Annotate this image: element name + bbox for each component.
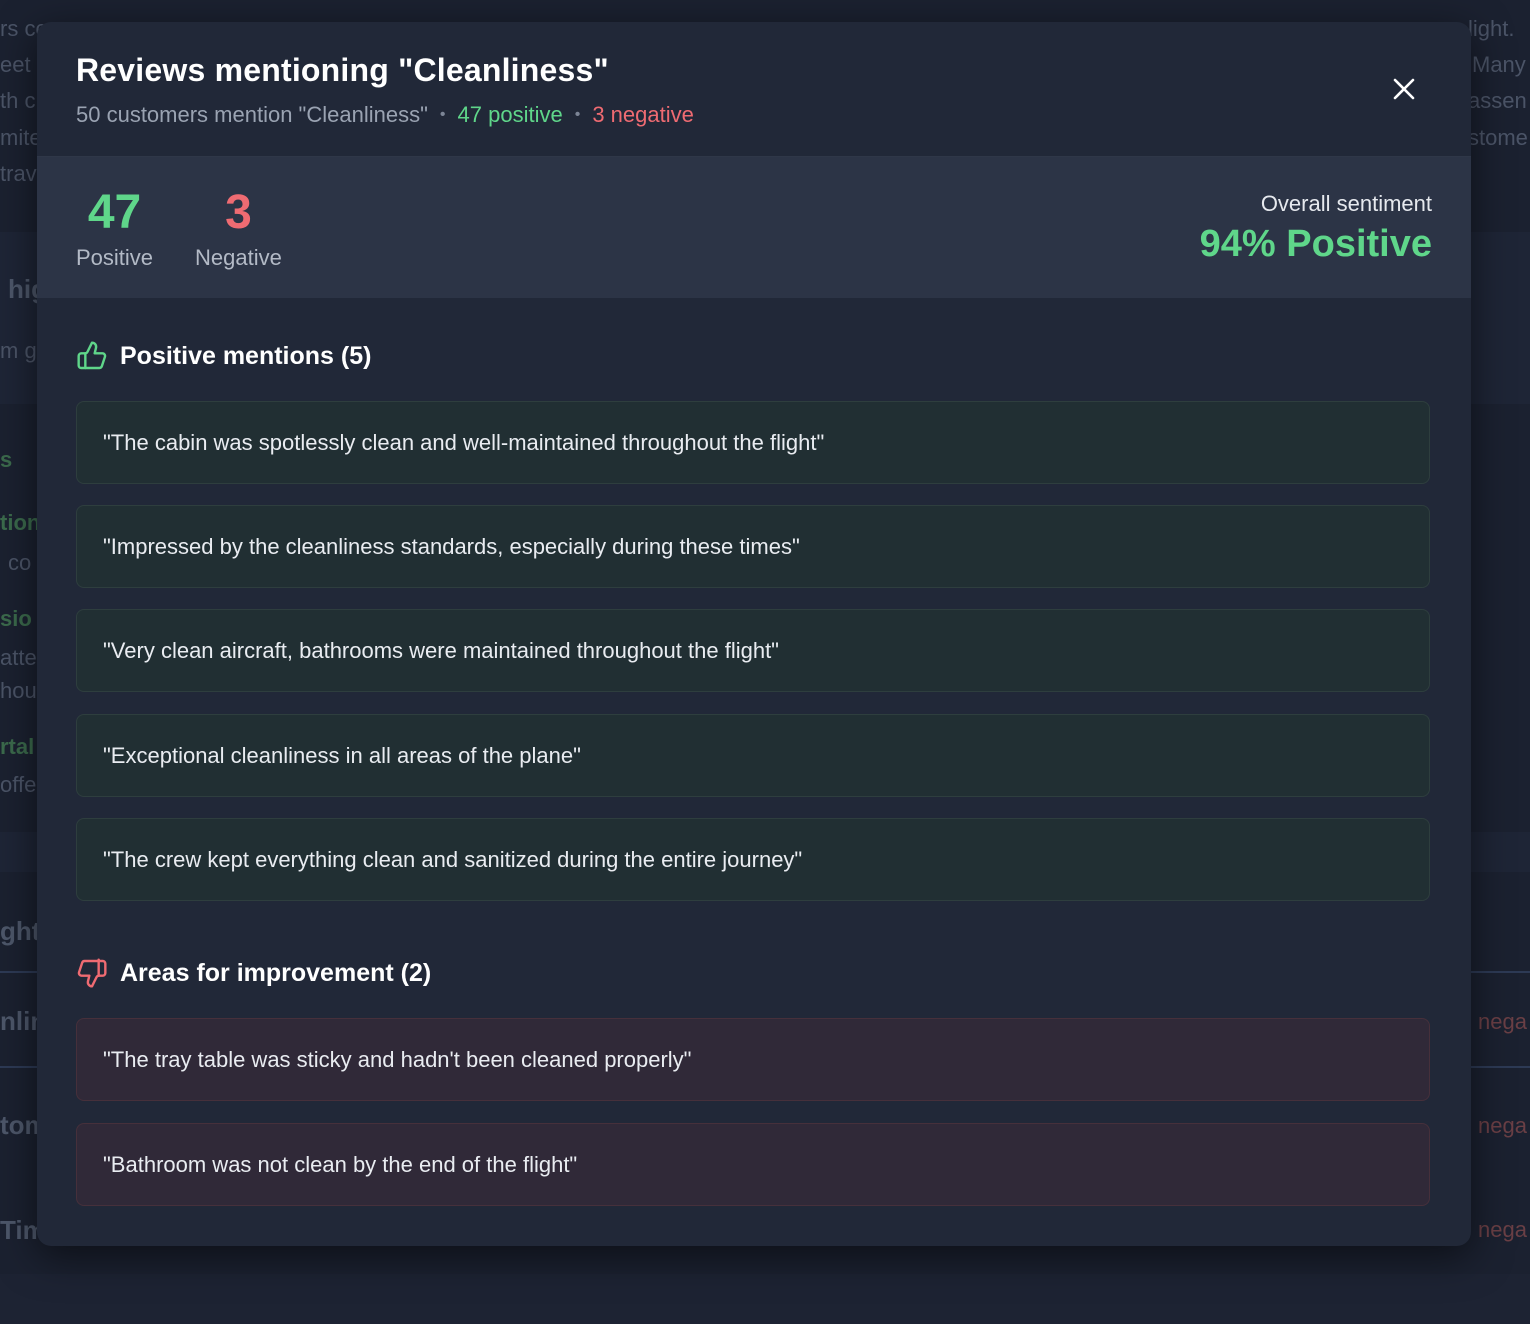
background-text: nega bbox=[1478, 1113, 1527, 1138]
positive-section-header: Positive mentions (5) bbox=[76, 340, 371, 372]
separator-dot: • bbox=[439, 106, 446, 123]
background-text: hou bbox=[0, 678, 37, 703]
modal-subtitle: 50 customers mention "Cleanliness" • 47 … bbox=[76, 102, 694, 128]
negative-count-text: 3 negative bbox=[592, 102, 694, 127]
positive-review-card: "Very clean aircraft, bathrooms were mai… bbox=[76, 609, 1430, 692]
background-text: m g bbox=[0, 338, 37, 363]
overall-sentiment-value: 94% Positive bbox=[1199, 223, 1432, 265]
background-panel bbox=[0, 1274, 1530, 1324]
negative-stat-value: 3 bbox=[225, 186, 252, 239]
modal-header: Reviews mentioning "Cleanliness" 50 cust… bbox=[37, 22, 1471, 157]
negative-section-title: Areas for improvement (2) bbox=[120, 958, 432, 987]
mention-summary: 50 customers mention "Cleanliness" bbox=[76, 102, 428, 127]
negative-stat: 3 Negative bbox=[195, 187, 282, 271]
background-text: stome bbox=[1468, 125, 1528, 150]
negative-section-header: Areas for improvement (2) bbox=[76, 957, 431, 989]
background-text: nega bbox=[1478, 1009, 1527, 1034]
separator-dot: • bbox=[574, 106, 581, 123]
background-text: Many bbox=[1472, 52, 1526, 77]
modal-title: Reviews mentioning "Cleanliness" bbox=[76, 52, 609, 88]
background-text: trav bbox=[0, 161, 37, 186]
negative-review-card: "Bathroom was not clean by the end of th… bbox=[76, 1123, 1430, 1206]
positive-stat: 47 Positive bbox=[76, 187, 153, 271]
overall-sentiment: Overall sentiment 94% Positive bbox=[1200, 191, 1432, 266]
positive-section-title: Positive mentions (5) bbox=[120, 341, 372, 370]
overall-sentiment-label: Overall sentiment bbox=[1260, 191, 1432, 216]
sentiment-stats: 47 Positive 3 Negative Overall sentiment… bbox=[37, 157, 1471, 298]
background-text: sio bbox=[0, 606, 32, 631]
background-text: atte bbox=[0, 645, 37, 670]
negative-stat-label: Negative bbox=[195, 245, 282, 270]
positive-review-card: "The crew kept everything clean and sani… bbox=[76, 818, 1430, 901]
positive-review-card: "Exceptional cleanliness in all areas of… bbox=[76, 714, 1430, 797]
positive-review-card: "The cabin was spotlessly clean and well… bbox=[76, 401, 1430, 484]
reviews-modal: Reviews mentioning "Cleanliness" 50 cust… bbox=[37, 22, 1471, 1246]
background-text: eet bbox=[0, 52, 31, 77]
close-icon[interactable] bbox=[1392, 77, 1416, 101]
thumbs-up-icon bbox=[76, 340, 108, 372]
thumbs-down-icon bbox=[76, 957, 108, 989]
background-text: assen bbox=[1468, 88, 1527, 113]
background-text: co bbox=[8, 550, 32, 575]
positive-count-text: 47 positive bbox=[457, 102, 563, 127]
positive-review-card: "Impressed by the cleanliness standards,… bbox=[76, 505, 1430, 588]
background-text: tion bbox=[0, 510, 41, 535]
positive-stat-label: Positive bbox=[76, 245, 154, 270]
background-text: offe bbox=[0, 772, 37, 797]
background-text: rtal bbox=[0, 734, 35, 759]
negative-review-card: "The tray table was sticky and hadn't be… bbox=[76, 1018, 1430, 1101]
positive-stat-value: 47 bbox=[87, 186, 142, 239]
background-text: light. bbox=[1468, 16, 1515, 41]
background-text: mite bbox=[0, 125, 42, 150]
background-text: th cl bbox=[0, 88, 41, 113]
close-button[interactable] bbox=[1385, 70, 1423, 108]
background-text: nega bbox=[1478, 1217, 1527, 1242]
background-text: s bbox=[0, 447, 13, 472]
